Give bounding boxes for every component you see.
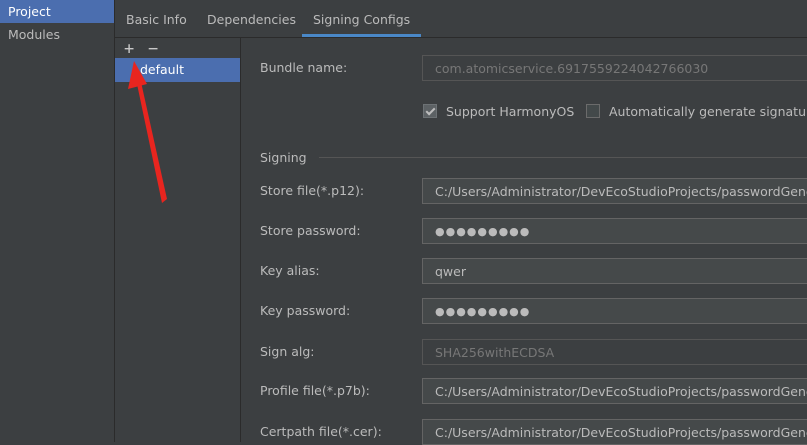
tab-bar: Basic Info Dependencies Signing Configs [115, 0, 807, 38]
store-password-field[interactable]: ●●●●●●●●● [422, 218, 807, 244]
list-item-default[interactable]: default [115, 58, 240, 82]
tab-signing-configs[interactable]: Signing Configs [302, 0, 422, 37]
key-alias-label: Key alias: [260, 263, 320, 278]
tab-dependencies[interactable]: Dependencies [207, 0, 296, 34]
signing-config-list: + − default [115, 38, 241, 442]
list-item-label: default [140, 62, 184, 77]
key-alias-field[interactable]: qwer [422, 258, 807, 284]
section-divider [319, 157, 807, 158]
nav-item-project[interactable]: Project [0, 0, 114, 23]
bundle-name-label: Bundle name: [260, 60, 348, 75]
auto-generate-signature-label: Automatically generate signature [609, 104, 807, 119]
store-file-field[interactable]: C:/Users/Administrator/DevEcoStudioProje… [422, 178, 807, 204]
tab-basic-info[interactable]: Basic Info [126, 0, 187, 34]
store-password-label: Store password: [260, 223, 361, 238]
auto-generate-signature-checkbox[interactable] [586, 104, 600, 118]
certpath-file-label: Certpath file(*.cer): [260, 424, 382, 439]
bundle-name-field: com.atomicservice.6917559224042766030 [422, 55, 807, 81]
signing-form: Bundle name: com.atomicservice.691755922… [241, 38, 807, 445]
signing-section-title: Signing [260, 150, 307, 165]
profile-file-field[interactable]: C:/Users/Administrator/DevEcoStudioProje… [422, 378, 807, 404]
sign-alg-field: SHA256withECDSA [422, 339, 807, 365]
profile-file-label: Profile file(*.p7b): [260, 383, 370, 398]
settings-nav: Project Modules [0, 0, 115, 442]
store-file-label: Store file(*.p12): [260, 183, 365, 198]
support-harmonyos-checkbox[interactable] [423, 104, 437, 118]
add-config-button[interactable]: + [124, 39, 134, 59]
key-password-label: Key password: [260, 303, 351, 318]
remove-config-button[interactable]: − [148, 39, 158, 59]
support-harmonyos-label: Support HarmonyOS [446, 104, 575, 119]
certpath-file-field[interactable]: C:/Users/Administrator/DevEcoStudioProje… [422, 419, 807, 445]
key-password-field[interactable]: ●●●●●●●●● [422, 298, 807, 324]
sign-alg-label: Sign alg: [260, 344, 315, 359]
nav-item-modules[interactable]: Modules [0, 23, 114, 46]
